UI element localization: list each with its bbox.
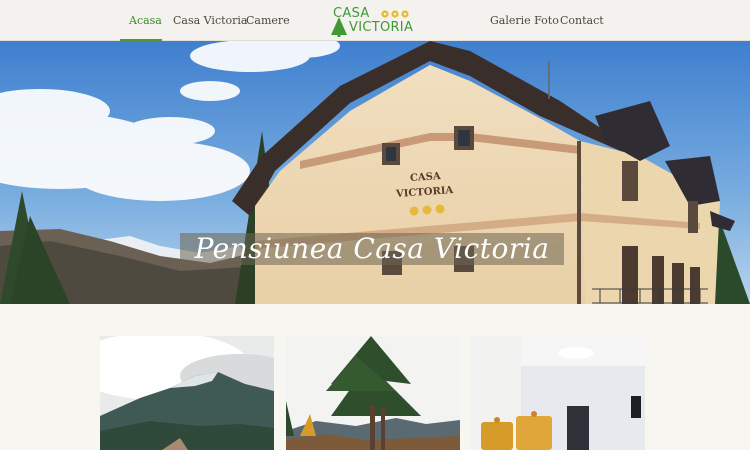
mountain-peak-photo <box>100 336 274 450</box>
room-interior-photo <box>471 336 645 450</box>
gallery-section <box>0 304 750 450</box>
building-sign-line-1: CASA <box>409 170 442 185</box>
pine-trees-photo <box>286 336 460 450</box>
gallery-card-trees[interactable] <box>286 336 460 450</box>
daisy-flowers-icon <box>381 10 409 18</box>
logo-line-1: CASA <box>333 6 370 21</box>
active-nav-indicator <box>120 39 162 42</box>
nav-camere[interactable]: Camere <box>246 0 290 41</box>
nav-galerie-foto[interactable]: Galerie Foto <box>490 0 559 41</box>
site-logo[interactable]: CASA VICTORIA <box>327 4 419 38</box>
gallery-card-room[interactable] <box>471 336 645 450</box>
logo-line-2: VICTORIA <box>349 20 414 35</box>
hero-title: Pensiunea Casa Victoria <box>194 232 550 265</box>
hero-banner: CASA VICTORIA Pensiunea Casa Victoria <box>0 41 750 304</box>
nav-contact[interactable]: Contact <box>560 0 604 41</box>
nav-acasa[interactable]: Acasa <box>129 0 162 41</box>
top-navbar: Acasa Casa Victoria Camere CASA VICTORIA… <box>0 0 750 42</box>
gallery-card-mountain[interactable] <box>100 336 274 450</box>
nav-casa-victoria[interactable]: Casa Victoria <box>173 0 247 41</box>
